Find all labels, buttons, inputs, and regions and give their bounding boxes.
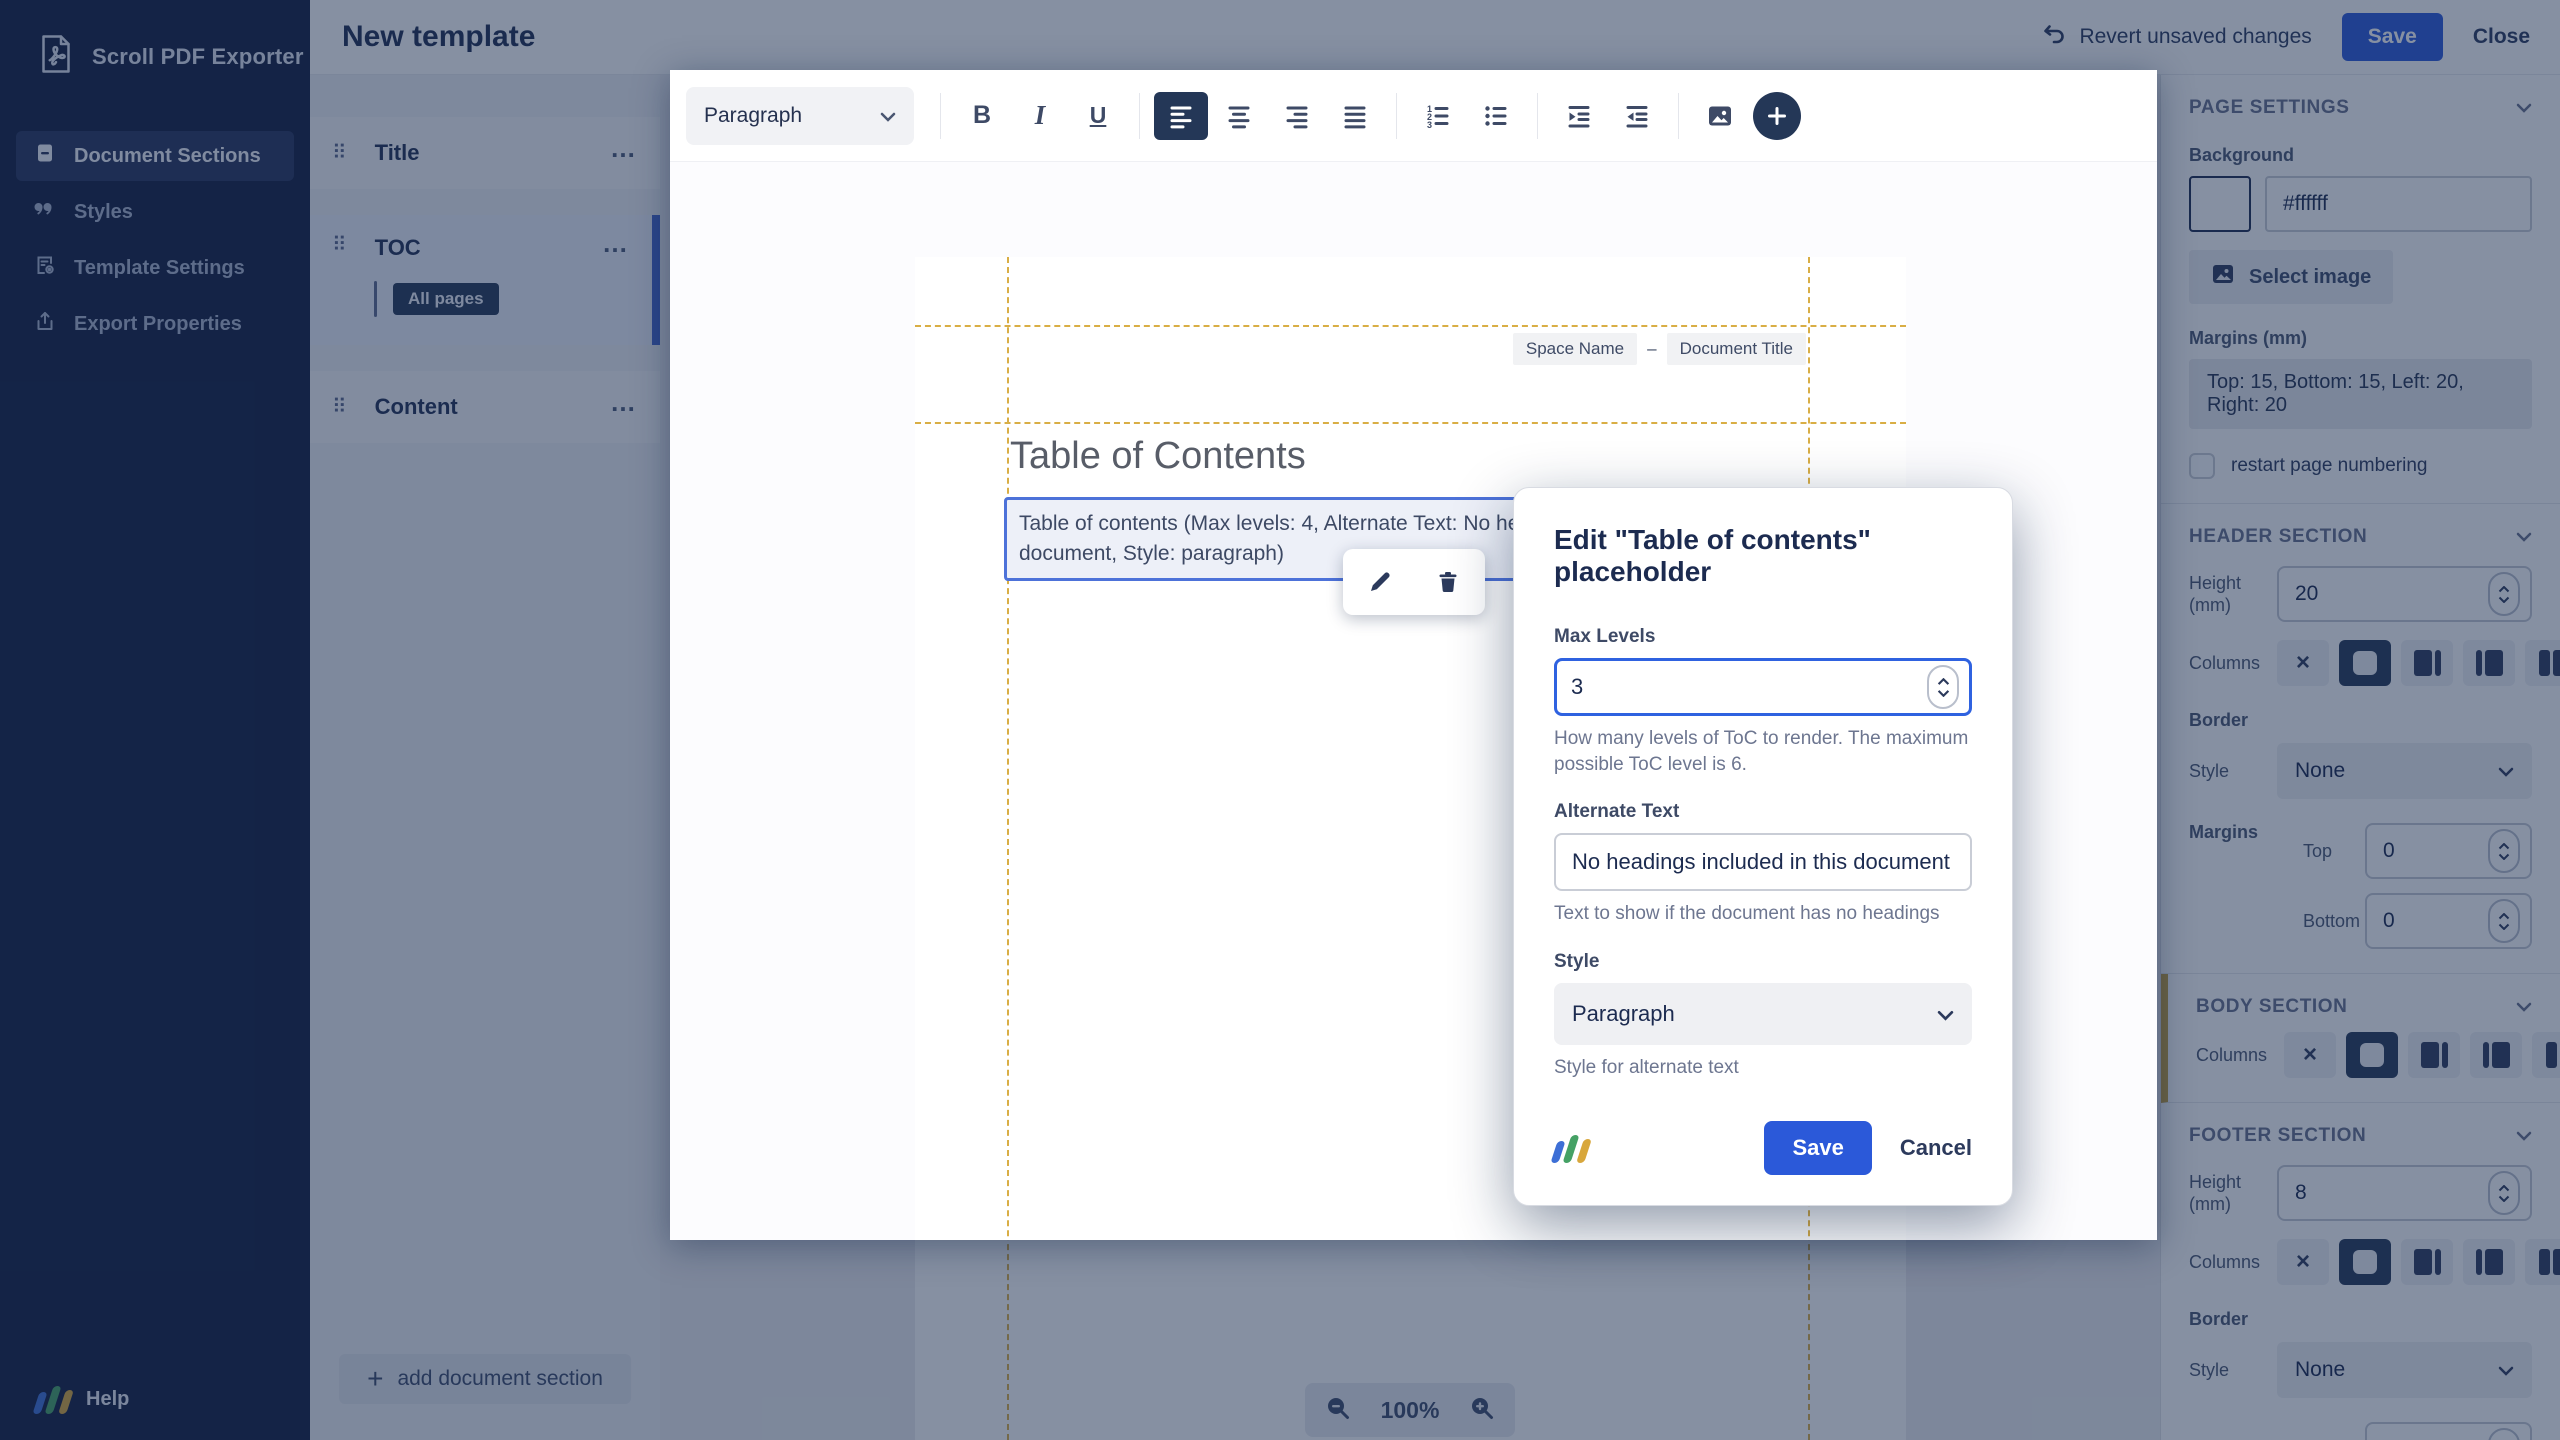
align-right-icon (1284, 103, 1310, 129)
insert-image-button[interactable] (1693, 92, 1747, 140)
justify-button[interactable] (1328, 92, 1382, 140)
max-levels-input[interactable] (1557, 661, 1969, 713)
modal-cancel-button[interactable]: Cancel (1900, 1135, 1972, 1161)
ordered-list-button[interactable]: 123 (1411, 92, 1465, 140)
modal-footer: Save Cancel (1554, 1121, 1972, 1175)
max-levels-label: Max Levels (1554, 626, 1972, 648)
chip-separator: – (1647, 339, 1656, 359)
max-levels-field (1554, 658, 1972, 716)
k15t-logo-icon (1554, 1133, 1588, 1163)
page-header-placeholders: Space Name – Document Title (1513, 333, 1806, 365)
underline-button[interactable]: U (1071, 92, 1125, 140)
plus-icon (1766, 105, 1788, 127)
toolbar-divider (1678, 93, 1679, 139)
italic-button[interactable]: I (1013, 92, 1067, 140)
svg-text:3: 3 (1427, 120, 1432, 129)
toolbar-divider (1139, 93, 1140, 139)
modal-save-button[interactable]: Save (1764, 1121, 1871, 1175)
bullet-list-button[interactable] (1469, 92, 1523, 140)
italic-icon: I (1035, 100, 1046, 131)
align-center-button[interactable] (1212, 92, 1266, 140)
style-select[interactable]: Paragraph (1554, 983, 1972, 1045)
modal-title: Edit "Table of contents" placeholder (1554, 524, 1972, 588)
style-label: Style (1554, 951, 1972, 973)
alternate-text-label: Alternate Text (1554, 801, 1972, 823)
outdent-icon (1624, 103, 1650, 129)
header-top-guide (915, 325, 1906, 327)
left-margin-guide (1007, 257, 1009, 1240)
justify-icon (1342, 103, 1368, 129)
toolbar-divider (940, 93, 941, 139)
style-help: Style for alternate text (1554, 1055, 1972, 1081)
trash-icon (1436, 570, 1460, 594)
insert-placeholder-button[interactable] (1753, 92, 1801, 140)
underline-icon: U (1090, 102, 1107, 129)
editor-toolbar: Paragraph B I U 123 (670, 70, 2157, 162)
toolbar-divider (1396, 93, 1397, 139)
align-center-icon (1226, 103, 1252, 129)
max-levels-help: How many levels of ToC to render. The ma… (1554, 726, 1972, 777)
ordered-list-icon: 123 (1425, 103, 1451, 129)
style-select-value: Paragraph (1572, 1001, 1675, 1027)
alternate-text-field (1554, 833, 1972, 891)
paragraph-style-select[interactable]: Paragraph (686, 87, 914, 145)
alternate-text-help: Text to show if the document has no head… (1554, 901, 1972, 927)
edit-placeholder-button[interactable] (1350, 556, 1410, 608)
alternate-text-input[interactable] (1556, 835, 1970, 889)
indent-button[interactable] (1552, 92, 1606, 140)
placeholder-action-bar (1343, 549, 1485, 615)
edit-placeholder-modal: Edit "Table of contents" placeholder Max… (1513, 487, 2013, 1206)
delete-placeholder-button[interactable] (1418, 556, 1478, 608)
image-icon (1707, 103, 1733, 129)
pencil-icon (1368, 570, 1392, 594)
document-title-chip[interactable]: Document Title (1667, 333, 1806, 365)
header-bottom-guide (915, 422, 1906, 424)
toolbar-divider (1537, 93, 1538, 139)
align-left-icon (1168, 103, 1194, 129)
indent-icon (1566, 103, 1592, 129)
outdent-button[interactable] (1610, 92, 1664, 140)
bullet-list-icon (1483, 103, 1509, 129)
chevron-down-icon (880, 104, 896, 128)
bold-button[interactable]: B (955, 92, 1009, 140)
space-name-chip[interactable]: Space Name (1513, 333, 1637, 365)
align-left-button[interactable] (1154, 92, 1208, 140)
bold-icon: B (973, 101, 991, 130)
stepper-icon[interactable] (1927, 665, 1959, 709)
chevron-down-icon (1937, 1001, 1954, 1027)
align-right-button[interactable] (1270, 92, 1324, 140)
paragraph-style-value: Paragraph (704, 104, 802, 128)
toc-heading[interactable]: Table of Contents (1010, 435, 1306, 478)
